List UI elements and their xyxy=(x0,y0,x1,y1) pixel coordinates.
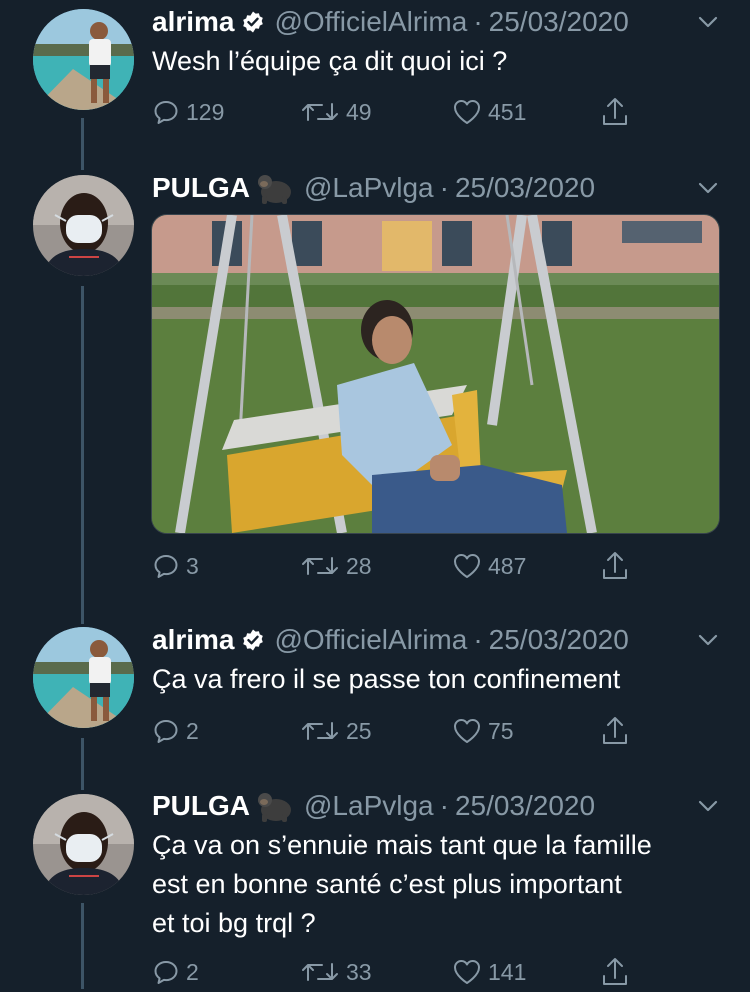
retweet-button[interactable]: 49 xyxy=(300,92,372,132)
heart-icon xyxy=(454,554,480,578)
like-count: 75 xyxy=(488,717,514,744)
like-button[interactable]: 487 xyxy=(452,546,526,586)
like-count: 487 xyxy=(488,552,527,579)
reply-count: 3 xyxy=(186,552,199,579)
tweet-date[interactable]: 25/03/2020 xyxy=(489,6,629,38)
tweet-header: PULGA @LaPvlga · 25/03/2020 xyxy=(152,168,595,208)
reply-button[interactable]: 2 xyxy=(152,952,199,992)
avatar[interactable] xyxy=(33,627,134,728)
avatar[interactable] xyxy=(33,9,134,110)
tweet-text: Ça va on s’ennuie mais tant que la famil… xyxy=(152,826,722,943)
share-icon xyxy=(603,552,627,579)
retweet-button[interactable]: 33 xyxy=(300,952,372,992)
chevron-down-icon[interactable] xyxy=(696,176,720,200)
tweet-date[interactable]: 25/03/2020 xyxy=(455,790,595,822)
separator-dot: · xyxy=(439,790,449,821)
like-button[interactable]: 75 xyxy=(452,711,514,751)
share-icon xyxy=(603,958,627,985)
chevron-down-icon[interactable] xyxy=(696,10,720,34)
reply-icon xyxy=(154,961,178,984)
reply-button[interactable]: 129 xyxy=(152,92,224,132)
tweet-text: Wesh l’équipe ça dit quoi ici ? xyxy=(152,46,508,76)
tweet-actions: 2 33 141 xyxy=(152,952,642,992)
retweet-icon xyxy=(302,557,338,575)
display-name[interactable]: PULGA xyxy=(152,172,250,204)
tweet-date[interactable]: 25/03/2020 xyxy=(489,624,629,656)
retweet-button[interactable]: 25 xyxy=(300,711,372,751)
reply-icon xyxy=(154,101,178,124)
heart-icon xyxy=(454,960,480,984)
share-button[interactable] xyxy=(600,952,636,992)
tweet-header: alrima @OfficielAlrima · 25/03/2020 xyxy=(152,2,629,42)
retweet-count: 33 xyxy=(346,958,372,985)
user-handle[interactable]: @LaPvlga xyxy=(304,172,434,204)
avatar[interactable] xyxy=(33,794,134,895)
tweet[interactable]: PULGA @LaPvlga · 25/03/2020 3 28 487 xyxy=(0,160,750,620)
like-button[interactable]: 451 xyxy=(452,92,526,132)
tweet-actions: 2 25 75 xyxy=(152,711,642,751)
tweet[interactable]: alrima @OfficielAlrima · 25/03/2020 Wesh… xyxy=(0,0,750,160)
retweet-icon xyxy=(302,722,338,740)
reply-count: 2 xyxy=(186,717,199,744)
tweet-text-line: Ça va on s’ennuie mais tant que la famil… xyxy=(152,830,652,860)
gorilla-icon xyxy=(256,172,294,204)
tweet-text-line: est en bonne santé c’est plus important xyxy=(152,869,622,899)
tweet-photo[interactable] xyxy=(151,214,720,534)
like-count: 451 xyxy=(488,98,527,125)
tweet-text-line: et toi bg trql ? xyxy=(152,908,316,938)
user-handle[interactable]: @OfficielAlrima xyxy=(275,624,468,656)
retweet-button[interactable]: 28 xyxy=(300,546,372,586)
heart-icon xyxy=(454,719,480,743)
verified-badge-icon xyxy=(241,10,265,34)
tweet-date[interactable]: 25/03/2020 xyxy=(455,172,595,204)
reply-button[interactable]: 3 xyxy=(152,546,199,586)
reply-count: 129 xyxy=(186,98,225,125)
heart-icon xyxy=(454,100,480,124)
tweet-header: alrima @OfficielAlrima · 25/03/2020 xyxy=(152,620,629,660)
reply-count: 2 xyxy=(186,958,199,985)
tweet-actions: 129 49 451 xyxy=(152,92,642,132)
chevron-down-icon[interactable] xyxy=(696,794,720,818)
tweet[interactable]: PULGA @LaPvlga · 25/03/2020 Ça va on s’e… xyxy=(0,790,750,989)
separator-dot: · xyxy=(473,6,483,37)
share-icon xyxy=(603,98,627,125)
separator-dot: · xyxy=(439,172,449,203)
user-handle[interactable]: @OfficielAlrima xyxy=(275,6,468,38)
display-name[interactable]: PULGA xyxy=(152,790,250,822)
share-button[interactable] xyxy=(600,711,636,751)
reply-button[interactable]: 2 xyxy=(152,711,199,751)
reply-icon xyxy=(154,555,178,578)
share-button[interactable] xyxy=(600,92,636,132)
retweet-icon xyxy=(302,963,338,981)
tweet-actions: 3 28 487 xyxy=(152,546,642,586)
retweet-icon xyxy=(302,103,338,121)
like-count: 141 xyxy=(488,958,527,985)
gorilla-icon xyxy=(256,790,294,822)
display-name[interactable]: alrima xyxy=(152,624,235,656)
avatar[interactable] xyxy=(33,175,134,276)
retweet-count: 28 xyxy=(346,552,372,579)
reply-icon xyxy=(154,720,178,743)
share-icon xyxy=(603,717,627,744)
display-name[interactable]: alrima xyxy=(152,6,235,38)
separator-dot: · xyxy=(473,624,483,655)
verified-badge-icon xyxy=(241,628,265,652)
user-handle[interactable]: @LaPvlga xyxy=(304,790,434,822)
photo-image xyxy=(152,215,719,533)
chevron-down-icon[interactable] xyxy=(696,628,720,652)
tweet-text: Ça va frero il se passe ton confinement xyxy=(152,664,621,694)
share-button[interactable] xyxy=(600,546,636,586)
tweet[interactable]: alrima @OfficielAlrima · 25/03/2020 Ça v… xyxy=(0,620,750,790)
retweet-count: 25 xyxy=(346,717,372,744)
tweet-header: PULGA @LaPvlga · 25/03/2020 xyxy=(152,786,595,826)
retweet-count: 49 xyxy=(346,98,372,125)
like-button[interactable]: 141 xyxy=(452,952,526,992)
